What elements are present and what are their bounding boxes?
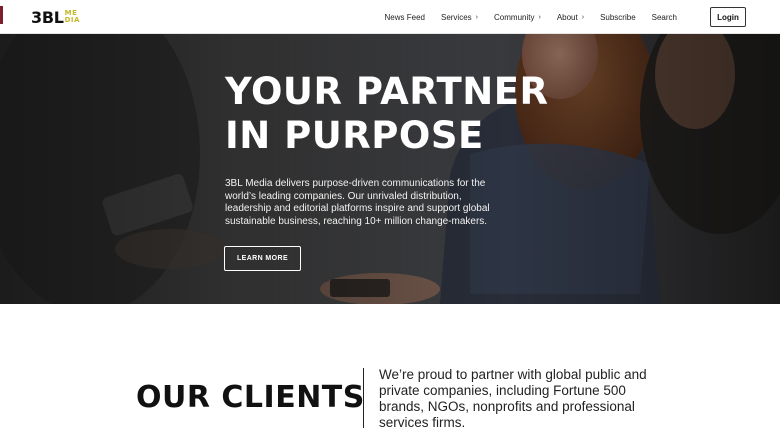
login-button[interactable]: Login [710, 7, 746, 27]
nav-item-services[interactable]: Services › [441, 13, 478, 22]
clients-divider [363, 368, 364, 428]
learn-more-button[interactable]: LEARN MORE [224, 246, 301, 271]
nav-item-search[interactable]: Search [652, 13, 677, 22]
logo-main-text: 3BL [31, 7, 64, 27]
nav-item-label: Subscribe [600, 12, 636, 22]
nav-item-label: Search [651, 12, 677, 22]
hero-description: 3BL Media delivers purpose-driven commun… [225, 178, 490, 227]
nav-item-about[interactable]: About › [557, 13, 584, 22]
logo-sub-text: ME DIA [65, 10, 80, 24]
clients-title: OUR CLIENTS [136, 380, 365, 415]
chevron-right-icon: › [475, 13, 479, 21]
nav-item-subscribe[interactable]: Subscribe [600, 13, 636, 22]
main-nav: News Feed Services › Community › About ›… [385, 0, 780, 34]
nav-item-label: News Feed [384, 12, 425, 22]
logo-sub-bottom: DIA [64, 16, 80, 24]
logo-3bl-media[interactable]: 3BL ME DIA [31, 6, 80, 28]
site-header: 3BL ME DIA News Feed Services › Communit… [0, 0, 780, 34]
nav-item-label: Services [440, 12, 472, 22]
hero-title-line2: IN PURPOSE [225, 114, 484, 157]
nav-item-label: About [556, 12, 578, 22]
chevron-right-icon: › [581, 13, 585, 21]
edge-accent-bar [0, 6, 3, 24]
hero-section: YOUR PARTNER IN PURPOSE 3BL Media delive… [0, 34, 780, 304]
nav-item-label: Community [494, 12, 535, 22]
hero-title: YOUR PARTNER IN PURPOSE [225, 70, 585, 158]
nav-item-community[interactable]: Community › [494, 13, 541, 22]
clients-description: We’re proud to partner with global publi… [379, 367, 647, 428]
nav-item-news-feed[interactable]: News Feed [385, 13, 425, 22]
hero-title-line1: YOUR PARTNER [225, 70, 549, 113]
chevron-right-icon: › [538, 13, 541, 21]
